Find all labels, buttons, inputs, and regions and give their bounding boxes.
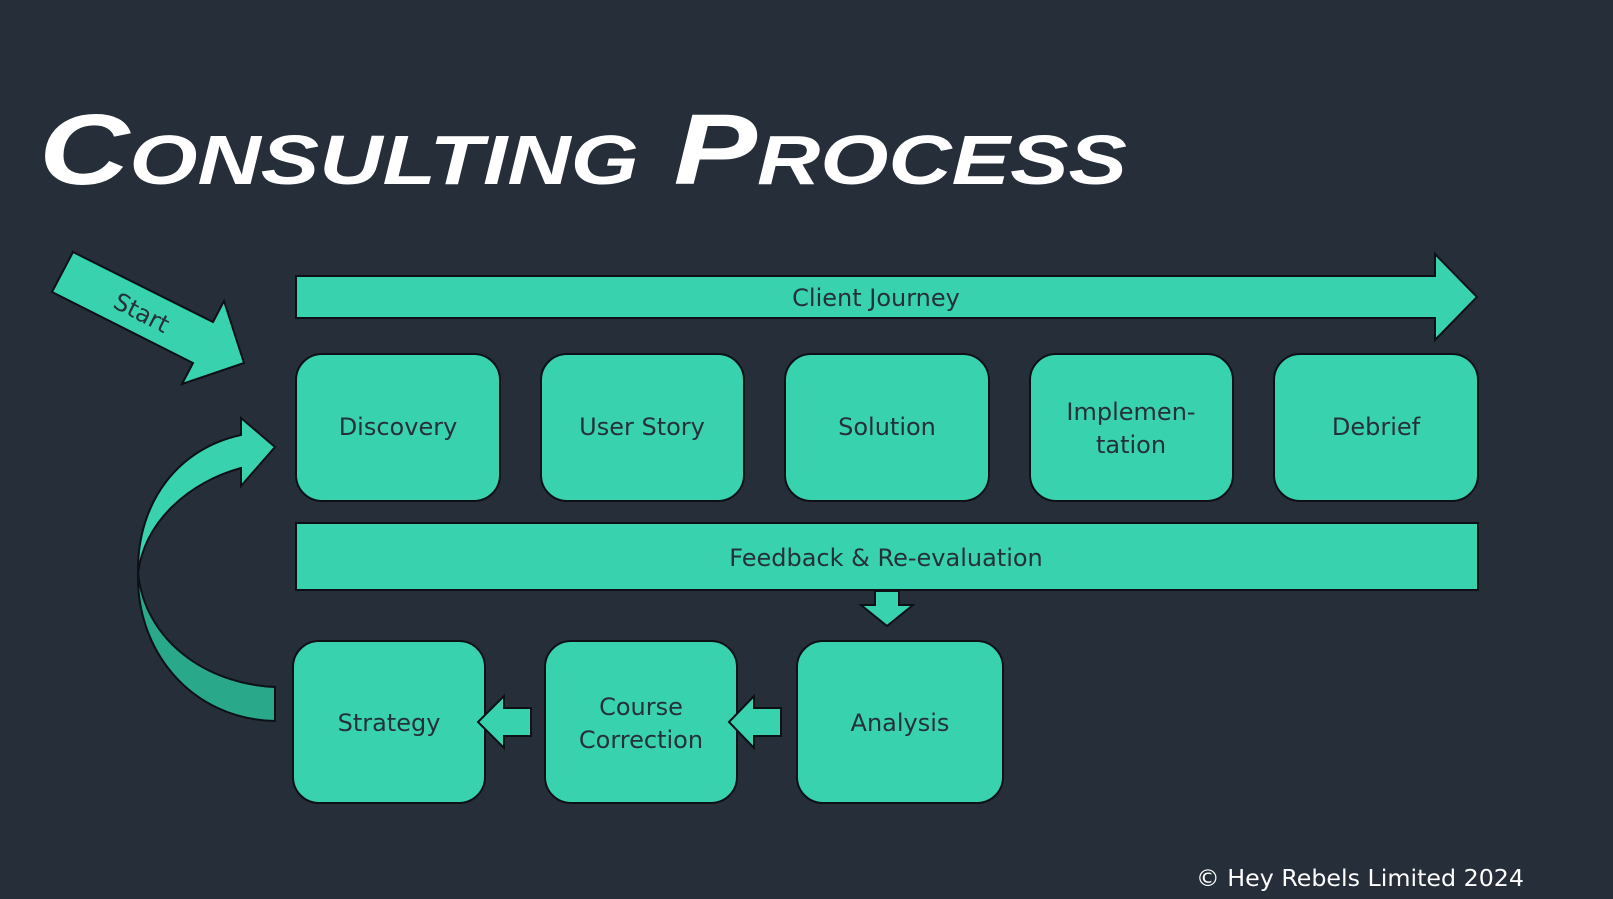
stage-label: Debrief (1332, 413, 1421, 441)
stage-box-strategy: Strategy (292, 640, 486, 804)
copyright-footer: © Hey Rebels Limited 2024 (1196, 866, 1524, 892)
stage-box-analysis: Analysis (796, 640, 1004, 804)
stage-label: Correction (579, 726, 703, 754)
down-arrow (858, 590, 916, 628)
stage-label: tation (1096, 431, 1166, 459)
client-journey-label: Client Journey (792, 284, 960, 312)
stage-label: User Story (579, 413, 705, 441)
consulting-process-diagram: Consulting Process Start Client Journey … (39, 94, 1524, 892)
stage-label: Course (599, 693, 683, 721)
client-journey-arrow: Client Journey (295, 251, 1479, 343)
stage-box-discovery: Discovery (295, 353, 501, 502)
loop-back-arrow (136, 415, 277, 723)
stage-box-debrief: Debrief (1273, 353, 1479, 502)
stage-box-solution: Solution (784, 353, 990, 502)
stage-box-implementation: Implemen- tation (1029, 353, 1234, 502)
stage-box-user-story: User Story (540, 353, 745, 502)
stage-box-course-correction: Course Correction (544, 640, 738, 804)
start-arrow: Start (50, 250, 246, 386)
stage-label: Strategy (338, 709, 441, 737)
stage-label: Implemen- (1066, 398, 1195, 426)
stage-label: Discovery (339, 413, 458, 441)
stage-label: Solution (838, 413, 936, 441)
stage-label: Analysis (851, 709, 950, 737)
page-title: Consulting Process (39, 94, 1127, 206)
feedback-label: Feedback & Re-evaluation (729, 544, 1043, 572)
feedback-bar: Feedback & Re-evaluation (295, 522, 1479, 591)
